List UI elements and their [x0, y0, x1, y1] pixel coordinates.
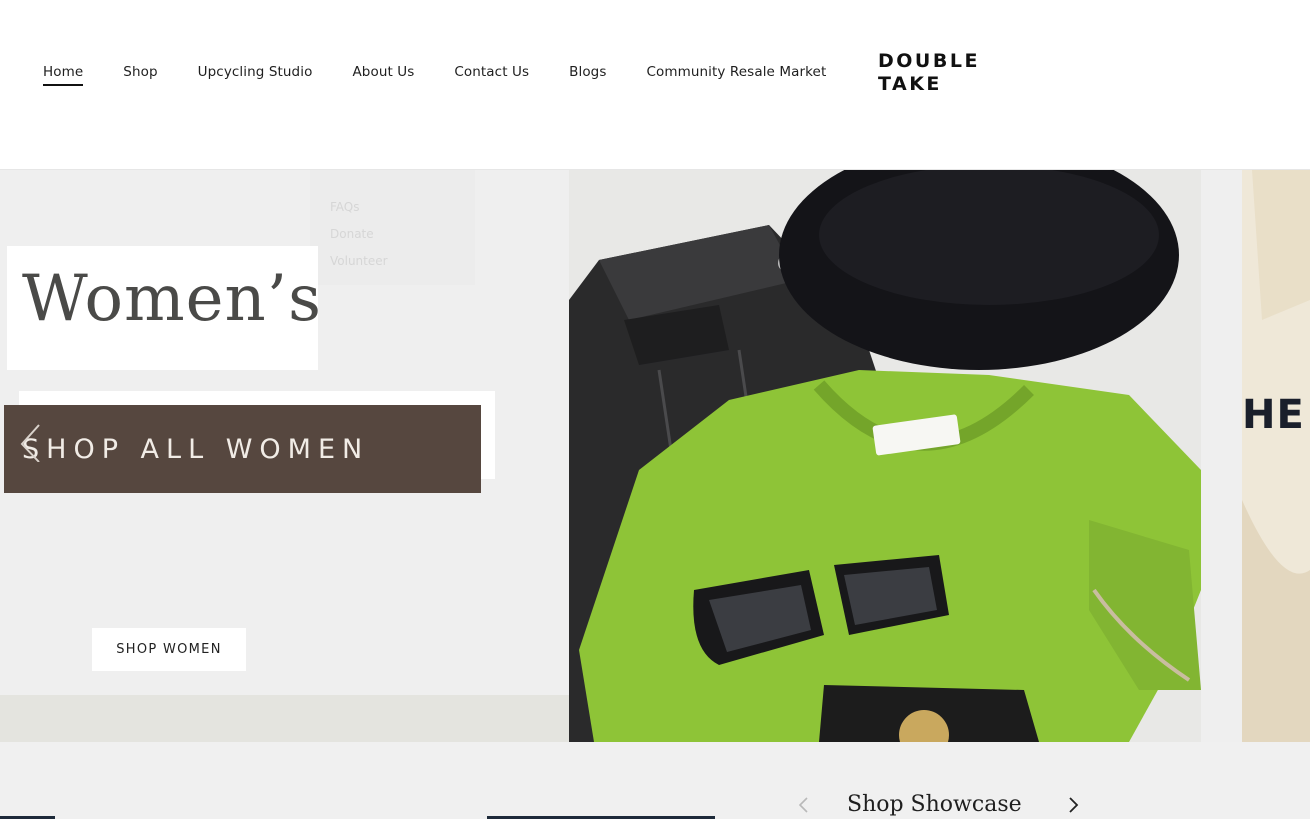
- showcase-title: Shop Showcase: [847, 792, 1022, 817]
- chevron-left-icon[interactable]: [17, 422, 47, 462]
- dropdown-item-faqs[interactable]: FAQs: [330, 197, 475, 218]
- hero-title-box: Women’s: [7, 246, 321, 370]
- logo-line-2: TAKE: [878, 73, 942, 95]
- shop-all-women-text: SHOP ALL WOMEN: [22, 434, 370, 465]
- main-nav: Home Shop Upcycling Studio About Us Cont…: [43, 64, 866, 86]
- flatlay-illustration: [569, 170, 1201, 742]
- nav-dropdown-ghost: FAQs Donate Volunteer: [310, 170, 475, 285]
- hero-bottom-strip: [0, 695, 569, 742]
- nav-home[interactable]: Home: [43, 64, 84, 86]
- shop-all-women-banner[interactable]: SHOP ALL WOMEN: [4, 405, 481, 493]
- next-slide-text: HE: [1242, 392, 1305, 438]
- logo-line-1: DOUBLE: [878, 50, 980, 72]
- nav-shop[interactable]: Shop: [123, 64, 157, 80]
- showcase-header: Shop Showcase: [797, 792, 1080, 817]
- chevron-right-icon[interactable]: [1066, 796, 1080, 814]
- nav-blogs[interactable]: Blogs: [569, 64, 606, 80]
- dropdown-item-donate[interactable]: Donate: [330, 224, 475, 245]
- showcase-section: Shop Showcase: [0, 742, 1310, 819]
- site-logo[interactable]: DOUBLE TAKE: [878, 50, 980, 96]
- next-slide-peek[interactable]: HE: [1242, 170, 1310, 742]
- dropdown-item-volunteer[interactable]: Volunteer: [330, 251, 475, 272]
- nav-upcycling-studio[interactable]: Upcycling Studio: [198, 64, 313, 80]
- site-header: Home Shop Upcycling Studio About Us Cont…: [0, 0, 1310, 170]
- hero-product-image: [569, 170, 1201, 742]
- hero-title: Women’s: [22, 262, 322, 336]
- nav-community-resale-market[interactable]: Community Resale Market: [646, 64, 826, 80]
- nav-contact-us[interactable]: Contact Us: [454, 64, 529, 80]
- shop-women-button[interactable]: SHOP WOMEN: [92, 628, 246, 671]
- hero-text-panel: FAQs Donate Volunteer Women’s SHOP ALL W…: [0, 170, 569, 742]
- hero-carousel: FAQs Donate Volunteer Women’s SHOP ALL W…: [0, 170, 1310, 742]
- nav-about-us[interactable]: About Us: [352, 64, 414, 80]
- chevron-left-icon[interactable]: [797, 796, 811, 814]
- next-slide-illustration: [1242, 170, 1310, 742]
